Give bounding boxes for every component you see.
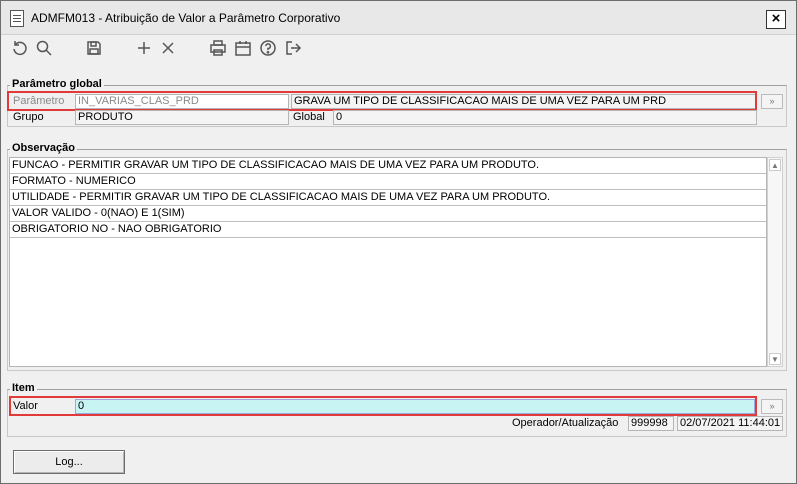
- global-label: Global: [293, 111, 325, 123]
- grupo-label: Grupo: [13, 111, 44, 123]
- parametro-input[interactable]: IN_VARIAS_CLAS_PRD: [75, 94, 289, 109]
- search-icon[interactable]: [33, 37, 55, 59]
- data-atualizacao-field: 02/07/2021 11:44:01: [677, 416, 783, 431]
- list-item: OBRIGATORIO NO - NAO OBRIGATORIO: [10, 222, 766, 238]
- list-item: FUNCAO - PERMITIR GRAVAR UM TIPO DE CLAS…: [10, 158, 766, 174]
- observacao-legend: Observação: [10, 142, 77, 154]
- calendar-icon[interactable]: [232, 37, 254, 59]
- parametro-global-legend: Parâmetro global: [10, 78, 104, 90]
- main-window: ADMFM013 - Atribuição de Valor a Parâmet…: [0, 0, 797, 484]
- document-icon: [10, 10, 24, 27]
- parametro-description: GRAVA UM TIPO DE CLASSIFICACAO MAIS DE U…: [291, 94, 757, 109]
- close-button[interactable]: ×: [766, 10, 786, 29]
- valor-lookup-button[interactable]: »: [761, 399, 783, 414]
- operador-label: Operador/Atualização: [512, 417, 619, 429]
- toolbar: [1, 35, 796, 61]
- observacao-scrollbar[interactable]: ▲ ▼: [767, 157, 783, 367]
- grupo-field: PRODUTO: [75, 110, 289, 125]
- log-button[interactable]: Log...: [13, 450, 125, 474]
- observacao-list[interactable]: FUNCAO - PERMITIR GRAVAR UM TIPO DE CLAS…: [9, 157, 767, 367]
- valor-input[interactable]: 0: [75, 399, 755, 414]
- print-icon[interactable]: [207, 37, 229, 59]
- window-title: ADMFM013 - Atribuição de Valor a Parâmet…: [31, 11, 341, 25]
- exit-icon[interactable]: [282, 37, 304, 59]
- help-icon[interactable]: [257, 37, 279, 59]
- scroll-up-icon[interactable]: ▲: [769, 159, 781, 171]
- global-field: 0: [333, 110, 757, 125]
- item-legend: Item: [10, 382, 37, 394]
- parametro-label: Parâmetro: [13, 95, 65, 107]
- list-item: FORMATO - NUMERICO: [10, 174, 766, 190]
- delete-icon[interactable]: [157, 37, 179, 59]
- parametro-lookup-button[interactable]: »: [761, 94, 783, 109]
- list-item: VALOR VALIDO - 0(NAO) E 1(SIM): [10, 206, 766, 222]
- operador-field: 999998: [628, 416, 674, 431]
- add-icon[interactable]: [133, 37, 155, 59]
- scroll-down-icon[interactable]: ▼: [769, 353, 781, 365]
- valor-label: Valor: [13, 400, 38, 412]
- title-bar: ADMFM013 - Atribuição de Valor a Parâmet…: [1, 1, 796, 35]
- list-item: UTILIDADE - PERMITIR GRAVAR UM TIPO DE C…: [10, 190, 766, 206]
- save-icon[interactable]: [83, 37, 105, 59]
- refresh-icon[interactable]: [9, 37, 31, 59]
